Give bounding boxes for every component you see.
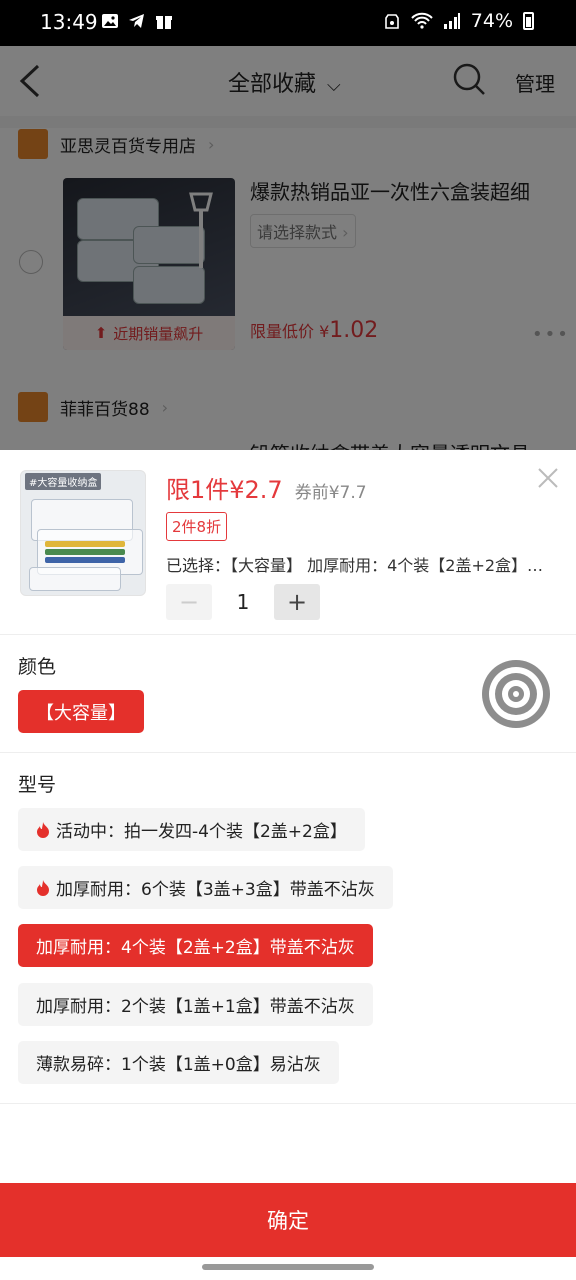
decrease-button[interactable]: − [166, 584, 212, 620]
target-icon[interactable] [480, 658, 552, 730]
increase-button[interactable]: + [274, 584, 320, 620]
original-price: 券前¥7.7 [294, 483, 367, 503]
model-option-selected[interactable]: 加厚耐用：4个装【2盖+2盒】带盖不沾灰 [18, 924, 373, 967]
flame-icon [37, 879, 49, 896]
wifi-icon [411, 12, 433, 29]
model-option[interactable]: 加厚耐用：2个装【1盖+1盒】带盖不沾灰 [18, 983, 373, 1026]
model-option-label: 加厚耐用：2个装【1盖+1盒】带盖不沾灰 [36, 997, 355, 1017]
divider [0, 1103, 576, 1104]
quantity-value[interactable]: 1 [212, 590, 274, 614]
gallery-icon [102, 14, 118, 28]
price-line: 限1件¥2.7 券前¥7.7 [166, 470, 367, 505]
gift-icon [156, 16, 172, 29]
confirm-button[interactable]: 确定 [0, 1183, 576, 1257]
telegram-icon [129, 14, 144, 28]
quantity-stepper: − 1 + [166, 584, 320, 620]
flame-icon [37, 821, 49, 838]
status-bar: 13:49 74% [0, 0, 576, 46]
modal-overlay[interactable] [0, 46, 576, 450]
model-option-label: 薄款易碎：1个装【1盖+0盒】易沾灰 [36, 1055, 321, 1075]
close-icon[interactable] [536, 466, 560, 490]
signal-icon [443, 13, 460, 29]
status-time: 13:49 [40, 10, 98, 34]
discount-badge: 2件8折 [166, 512, 228, 541]
model-option[interactable]: 加厚耐用：6个装【3盖+3盒】带盖不沾灰 [18, 866, 393, 909]
divider [0, 634, 576, 635]
limit-price: 限1件¥2.7 [166, 476, 283, 504]
notification-lock-icon [384, 14, 399, 29]
color-title: 颜色 [18, 656, 57, 678]
model-option[interactable]: 薄款易碎：1个装【1盖+0盒】易沾灰 [18, 1041, 339, 1084]
home-indicator[interactable] [202, 1264, 374, 1270]
divider [0, 752, 576, 753]
sku-sheet: #大容量收纳盒 限1件¥2.7 券前¥7.7 2件8折 已选择：【大容量】 加厚… [0, 450, 576, 1280]
status-right: 74% [383, 10, 534, 32]
model-option-label: 活动中：拍一发四-4个装【2盖+2盒】 [56, 822, 347, 842]
notification-icons [101, 12, 173, 30]
selected-summary: 已选择：【大容量】 加厚耐用：4个装【2盖+2盒】带盖不沾灰 [166, 556, 558, 575]
battery-icon [523, 12, 534, 30]
sku-thumbnail[interactable]: #大容量收纳盒 [20, 470, 146, 596]
model-title: 型号 [18, 774, 57, 796]
model-option-label: 加厚耐用：6个装【3盖+3盒】带盖不沾灰 [56, 880, 375, 900]
model-option[interactable]: 活动中：拍一发四-4个装【2盖+2盒】 [18, 808, 365, 851]
color-option-large[interactable]: 【大容量】 [18, 690, 144, 733]
thumb-label: #大容量收纳盒 [25, 473, 102, 490]
battery-percent: 74% [470, 10, 513, 32]
model-option-label: 加厚耐用：4个装【2盖+2盒】带盖不沾灰 [36, 938, 355, 958]
